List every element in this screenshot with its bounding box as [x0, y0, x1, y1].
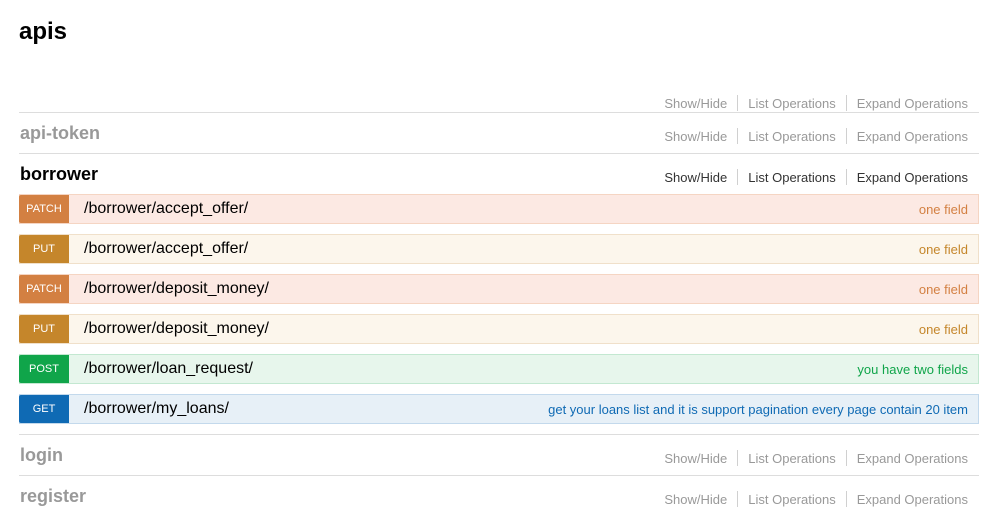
endpoint-path[interactable]: /borrower/deposit_money/ [84, 280, 919, 298]
divider [19, 434, 979, 435]
global-expand-operations-link[interactable]: Expand Operations [847, 96, 968, 111]
resource-api-token[interactable]: api-token [20, 122, 100, 144]
resource-register-operations: Show/Hide List Operations Expand Operati… [654, 490, 968, 508]
resource-login-operations: Show/Hide List Operations Expand Operati… [654, 449, 968, 467]
divider [19, 112, 979, 113]
global-show-hide-link[interactable]: Show/Hide [654, 96, 737, 111]
method-badge[interactable]: PATCH [19, 275, 69, 303]
endpoint-summary: one field [918, 201, 968, 217]
endpoint-path[interactable]: /borrower/deposit_money/ [84, 320, 919, 338]
endpoint-summary: you have two fields [857, 361, 968, 377]
resource-borrower-operations: Show/Hide List Operations Expand Operati… [654, 168, 968, 186]
list-operations-link[interactable]: List Operations [738, 170, 845, 185]
list-operations-link[interactable]: List Operations [738, 129, 845, 144]
expand-operations-link[interactable]: Expand Operations [847, 170, 968, 185]
show-hide-link[interactable]: Show/Hide [654, 129, 737, 144]
global-operations: Show/Hide List Operations Expand Operati… [654, 94, 968, 112]
method-badge[interactable]: POST [19, 355, 69, 383]
endpoint-get-my-loans[interactable]: GET /borrower/my_loans/ get your loans l… [19, 394, 979, 424]
endpoint-path[interactable]: /borrower/accept_offer/ [84, 240, 919, 258]
page-title: apis [19, 18, 68, 45]
resource-api-token-operations: Show/Hide List Operations Expand Operati… [654, 127, 968, 145]
endpoint-path[interactable]: /borrower/loan_request/ [84, 360, 857, 378]
divider [19, 475, 979, 476]
method-badge[interactable]: PUT [19, 235, 69, 263]
endpoint-put-deposit-money[interactable]: PUT /borrower/deposit_money/ one field [19, 314, 979, 344]
show-hide-link[interactable]: Show/Hide [654, 492, 737, 507]
resource-borrower[interactable]: borrower [20, 163, 98, 185]
endpoint-put-accept-offer[interactable]: PUT /borrower/accept_offer/ one field [19, 234, 979, 264]
expand-operations-link[interactable]: Expand Operations [847, 129, 968, 144]
expand-operations-link[interactable]: Expand Operations [847, 451, 968, 466]
endpoint-path[interactable]: /borrower/my_loans/ [84, 400, 548, 418]
resource-register[interactable]: register [20, 485, 86, 507]
endpoint-summary: one field [918, 281, 968, 297]
show-hide-link[interactable]: Show/Hide [654, 451, 737, 466]
endpoint-summary: get your loans list and it is support pa… [548, 401, 968, 417]
endpoint-summary: one field [918, 241, 968, 257]
method-badge[interactable]: PUT [19, 315, 69, 343]
divider [19, 153, 979, 154]
resource-login[interactable]: login [20, 444, 63, 466]
method-badge[interactable]: GET [19, 395, 69, 423]
endpoint-patch-accept-offer[interactable]: PATCH /borrower/accept_offer/ one field [19, 194, 979, 224]
method-badge[interactable]: PATCH [19, 195, 69, 223]
list-operations-link[interactable]: List Operations [738, 492, 845, 507]
endpoint-patch-deposit-money[interactable]: PATCH /borrower/deposit_money/ one field [19, 274, 979, 304]
endpoint-summary: one field [918, 321, 968, 337]
global-list-operations-link[interactable]: List Operations [738, 96, 845, 111]
list-operations-link[interactable]: List Operations [738, 451, 845, 466]
endpoint-post-loan-request[interactable]: POST /borrower/loan_request/ you have tw… [19, 354, 979, 384]
show-hide-link[interactable]: Show/Hide [654, 170, 737, 185]
endpoint-path[interactable]: /borrower/accept_offer/ [84, 200, 919, 218]
expand-operations-link[interactable]: Expand Operations [847, 492, 968, 507]
